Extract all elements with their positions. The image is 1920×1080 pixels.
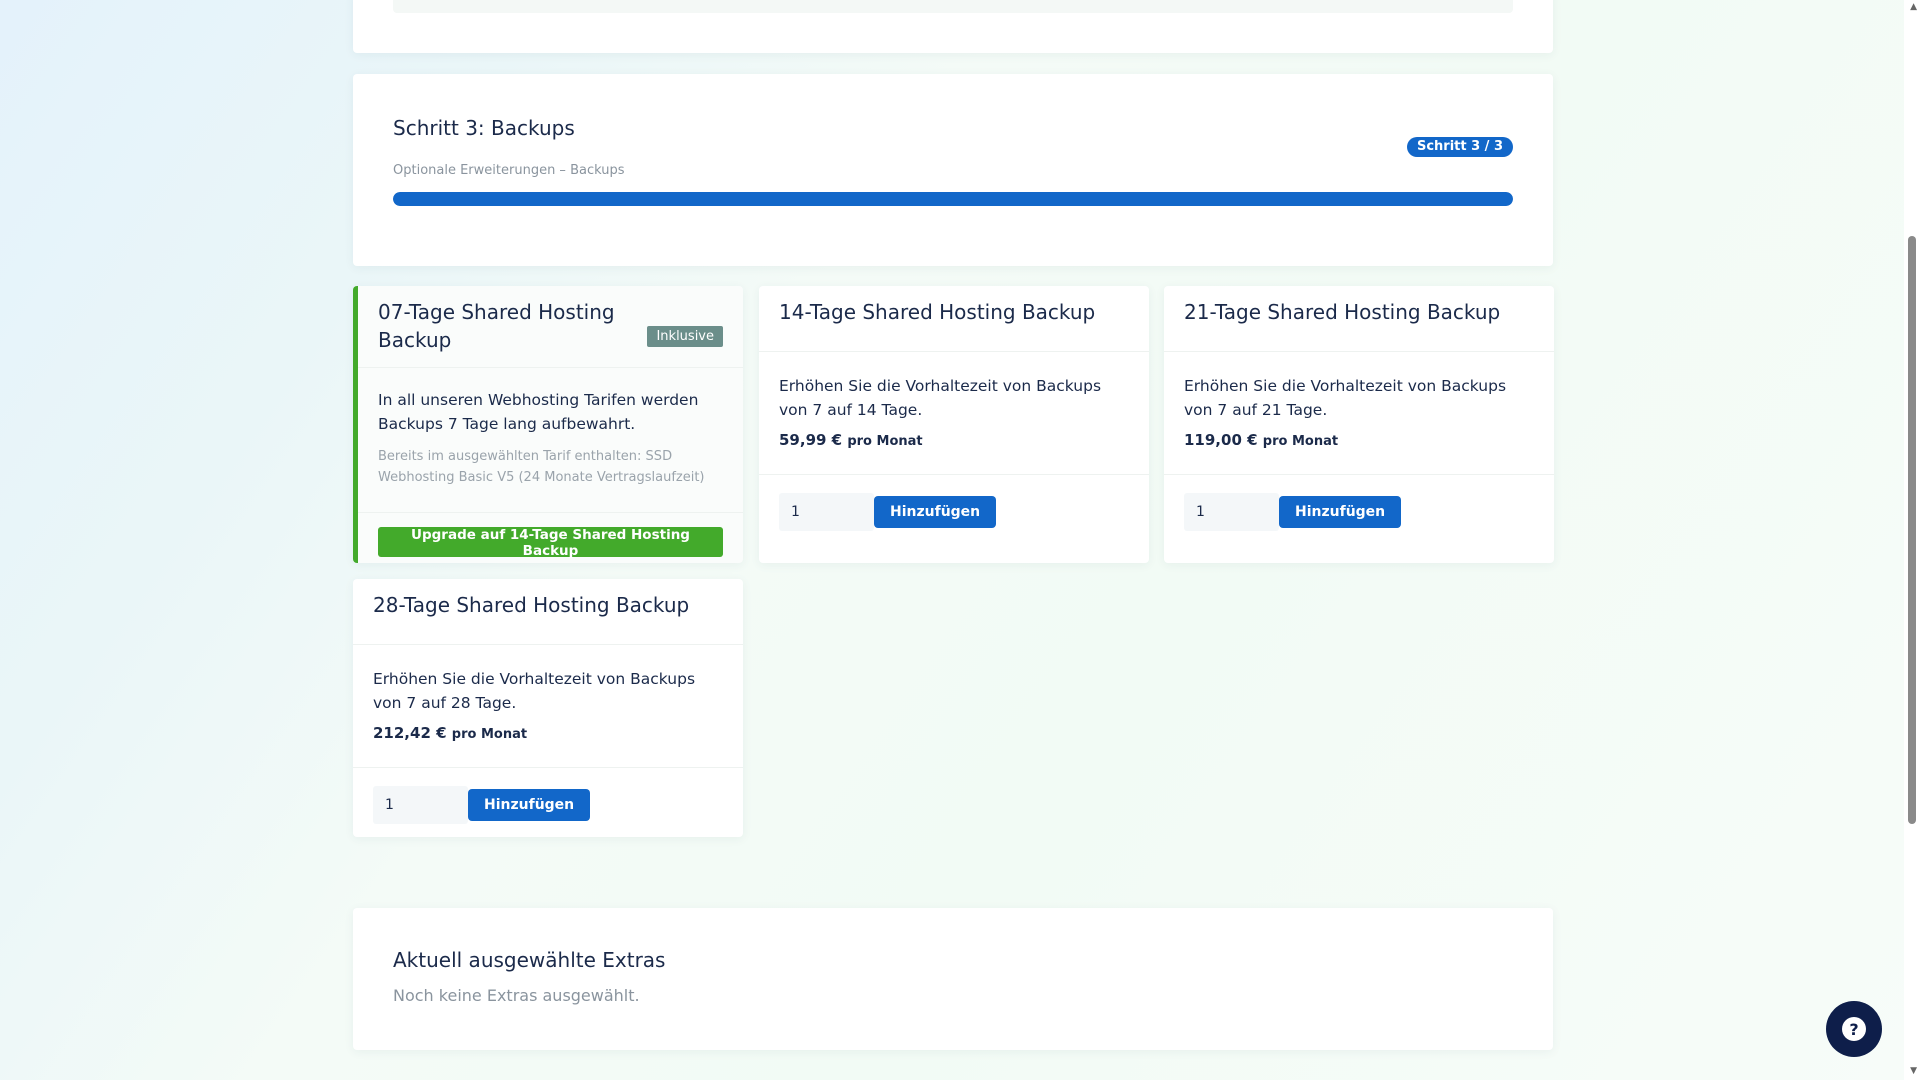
- step-subtitle: Optionale Erweiterungen – Backups: [393, 163, 625, 178]
- product-card-footer: Upgrade auf 14-Tage Shared Hosting Backu…: [358, 513, 743, 571]
- product-card-07-days: 07-Tage Shared Hosting Backup Inklusive …: [353, 286, 743, 563]
- product-title: 21-Tage Shared Hosting Backup: [1184, 300, 1501, 324]
- extras-empty-text: Noch keine Extras ausgewählt.: [393, 986, 640, 1005]
- product-description: Erhöhen Sie die Vorhaltezeit von Backups…: [1184, 377, 1507, 419]
- product-card-28-days: 28-Tage Shared Hosting Backup Erhöhen Si…: [353, 579, 743, 837]
- price-amount: 119,00 €: [1184, 431, 1258, 449]
- product-card-14-days: 14-Tage Shared Hosting Backup Erhöhen Si…: [759, 286, 1149, 563]
- product-card-body: Erhöhen Sie die Vorhaltezeit von Backups…: [1164, 352, 1554, 475]
- price-period: pro Monat: [451, 727, 528, 742]
- product-card-footer: Hinzufügen: [353, 768, 743, 842]
- quantity-input[interactable]: [779, 493, 874, 531]
- step-card: Schritt 3: Backups Schritt 3 / 3 Optiona…: [353, 74, 1553, 266]
- quantity-input[interactable]: [373, 786, 468, 824]
- product-card-footer: Hinzufügen: [1164, 475, 1554, 549]
- upgrade-button[interactable]: Upgrade auf 14-Tage Shared Hosting Backu…: [378, 527, 723, 559]
- product-price: 119,00 € pro Monat: [1184, 431, 1534, 449]
- add-button[interactable]: Hinzufügen: [468, 789, 591, 821]
- step-badge: Schritt 3 / 3: [1406, 137, 1513, 157]
- price-period: pro Monat: [847, 434, 923, 449]
- step-progress-bar: [393, 192, 1513, 206]
- product-card-header: 07-Tage Shared Hosting Backup Inklusive: [358, 286, 743, 368]
- product-price: 212,42 € pro Monat: [373, 724, 723, 742]
- price-period: pro Monat: [1262, 434, 1339, 449]
- add-button[interactable]: Hinzufügen: [874, 496, 997, 528]
- selected-extras-card: Aktuell ausgewählte Extras Noch keine Ex…: [353, 908, 1553, 1050]
- help-button[interactable]: ?: [1826, 1001, 1882, 1057]
- product-card-body: Erhöhen Sie die Vorhaltezeit von Backups…: [759, 352, 1149, 475]
- product-title: 14-Tage Shared Hosting Backup: [779, 300, 1096, 324]
- product-description: Erhöhen Sie die Vorhaltezeit von Backups…: [373, 670, 696, 712]
- scroll-up-arrow-icon[interactable]: ▲: [1910, 2, 1917, 12]
- product-card-body: In all unseren Webhosting Tarifen werden…: [358, 368, 743, 513]
- product-card-header: 28-Tage Shared Hosting Backup: [353, 579, 743, 645]
- product-card-header: 14-Tage Shared Hosting Backup: [759, 286, 1149, 352]
- included-note: Bereits im ausgewählten Tarif enthalten:…: [378, 449, 705, 485]
- step-title: Schritt 3: Backups: [393, 116, 575, 140]
- product-price: 59,99 € pro Monat: [779, 431, 1129, 449]
- product-title: 28-Tage Shared Hosting Backup: [373, 593, 690, 617]
- add-button[interactable]: Hinzufügen: [1279, 496, 1402, 528]
- previous-step-content: [393, 0, 1513, 13]
- product-card-21-days: 21-Tage Shared Hosting Backup Erhöhen Si…: [1164, 286, 1554, 563]
- previous-step-card: [353, 0, 1553, 53]
- question-icon: ?: [1842, 1017, 1866, 1041]
- product-card-body: Erhöhen Sie die Vorhaltezeit von Backups…: [353, 645, 743, 768]
- product-title: 07-Tage Shared Hosting Backup: [378, 300, 615, 352]
- price-amount: 212,42 €: [373, 724, 447, 742]
- quantity-input[interactable]: [1184, 493, 1279, 531]
- included-badge: Inklusive: [647, 326, 723, 347]
- product-description: In all unseren Webhosting Tarifen werden…: [378, 391, 699, 433]
- page-scrollbar[interactable]: ▲ ▼: [1904, 0, 1920, 1080]
- product-card-footer: Hinzufügen: [759, 475, 1149, 549]
- scrollbar-thumb[interactable]: [1908, 236, 1916, 824]
- price-amount: 59,99 €: [779, 431, 843, 449]
- step-progress-fill: [393, 192, 1513, 206]
- extras-title: Aktuell ausgewählte Extras: [393, 948, 666, 972]
- product-description: Erhöhen Sie die Vorhaltezeit von Backups…: [779, 377, 1102, 419]
- scroll-down-arrow-icon[interactable]: ▼: [1910, 1066, 1917, 1076]
- product-card-header: 21-Tage Shared Hosting Backup: [1164, 286, 1554, 352]
